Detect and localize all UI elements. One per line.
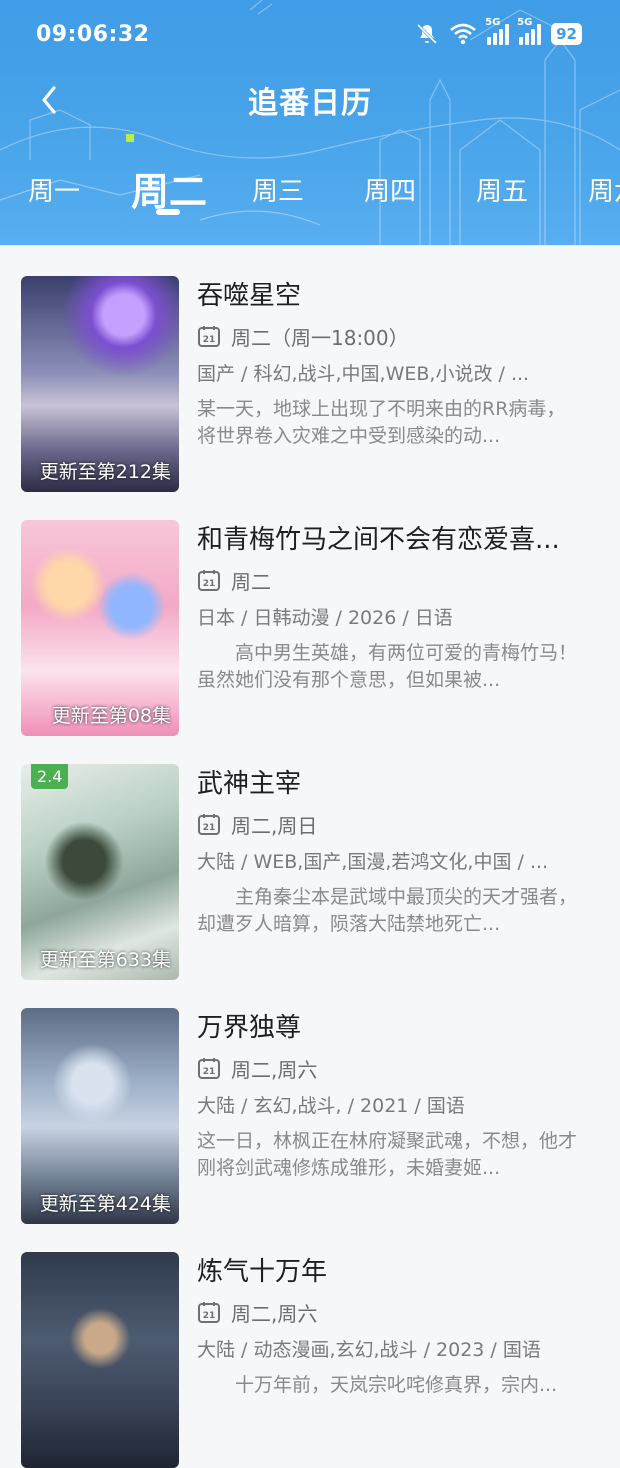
poster-image: 更新至第424集: [21, 1008, 179, 1224]
calendar-icon: 21: [198, 1302, 220, 1323]
tags-text: 日本 / 日韩动漫 / 2026 / 日语: [197, 607, 453, 629]
rating-badge: 2.4: [31, 764, 69, 789]
svg-text:21: 21: [203, 579, 216, 589]
svg-text:21: 21: [203, 1311, 216, 1321]
schedule-text: 周二: [231, 569, 271, 594]
tab-wednesday[interactable]: 周三: [252, 171, 304, 208]
schedule-row: 21 周二,周日: [197, 810, 582, 838]
anime-title: 炼气十万年: [197, 1257, 328, 1287]
svg-text:21: 21: [203, 335, 216, 345]
description-text: 某一天，地球上出现了不明来由的RR病毒，将世界卷入灾难之中受到感染的动...: [197, 398, 566, 447]
poster-image: [21, 1252, 179, 1468]
schedule-row: 21 周二,周六: [197, 1054, 582, 1082]
schedule-row: 21 周二,周六: [197, 1298, 582, 1326]
description-text: 十万年前，天岚宗叱咤修真界，宗内...: [197, 1374, 558, 1396]
tab-friday[interactable]: 周五: [476, 171, 528, 208]
list-item[interactable]: 更新至第08集 和青梅竹马之间不会有恋爱喜... 21 周二 日本 / 日韩动漫…: [0, 489, 620, 736]
description-text: 这一日，林枫正在林府凝聚武魂，不想，他才刚将剑武魂修炼成雏形，未婚妻姬...: [197, 1130, 578, 1179]
decorative-dot: [126, 134, 134, 142]
schedule-text: 周二（周一18:00）: [231, 325, 409, 350]
poster-image: 2.4 更新至第633集: [21, 764, 179, 980]
tab-monday[interactable]: 周一: [28, 171, 80, 208]
tags-text: 大陆 / 玄幻,战斗, / 2021 / 国语: [197, 1095, 465, 1117]
schedule-row: 21 周二: [197, 566, 582, 594]
episode-badge: 更新至第212集: [39, 461, 171, 483]
svg-text:21: 21: [203, 823, 216, 833]
tab-thursday[interactable]: 周四: [364, 171, 416, 208]
calendar-icon: 21: [198, 326, 220, 347]
list-item[interactable]: 炼气十万年 21 周二,周六 大陆 / 动态漫画,玄幻,战斗 / 2023 / …: [0, 1221, 620, 1468]
anime-title: 武神主宰: [197, 769, 302, 799]
mute-bell-icon: [417, 23, 438, 45]
weekday-tabs: 周一 周二 周三 周四 周五 周六: [0, 165, 620, 225]
anime-title: 万界独尊: [197, 1013, 302, 1043]
tab-tuesday[interactable]: 周二: [131, 161, 207, 216]
status-bar: 09:06:32 5G 5G 92: [0, 0, 620, 72]
calendar-icon: 21: [198, 570, 220, 591]
tags-text: 大陆 / WEB,国产,国漫,若鸿文化,中国 / ...: [197, 851, 549, 873]
anime-title: 和青梅竹马之间不会有恋爱喜...: [197, 525, 560, 555]
network-type-label-1: 5G: [485, 17, 501, 28]
network-type-label-2: 5G: [517, 17, 533, 28]
page-title: 追番日历: [248, 86, 372, 121]
tags-text: 国产 / 科幻,战斗,中国,WEB,小说改 / ...: [197, 363, 530, 385]
svg-text:21: 21: [203, 1067, 216, 1077]
schedule-row: 21 周二（周一18:00）: [197, 322, 582, 350]
battery-indicator: 92: [551, 23, 582, 45]
episode-badge: 更新至第633集: [39, 949, 171, 971]
signal-5g-icon-2: 5G: [517, 17, 542, 45]
anime-title: 吞噬星空: [197, 281, 302, 311]
description-text: 高中男生英雄，有两位可爱的青梅竹马！虽然她们没有那个意思，但如果被...: [197, 642, 578, 691]
schedule-text: 周二,周六: [231, 1057, 318, 1082]
list-item[interactable]: 更新至第424集 万界独尊 21 周二,周六 大陆 / 玄幻,战斗, / 202…: [0, 977, 620, 1224]
schedule-text: 周二,周日: [231, 813, 318, 838]
active-tab-indicator: [156, 209, 180, 215]
nav-bar: 追番日历: [0, 70, 620, 126]
list-item[interactable]: 更新至第212集 吞噬星空 21 周二（周一18:00） 国产 / 科幻,战斗,…: [0, 245, 620, 492]
description-text: 主角秦尘本是武域中最顶尖的天才强者，却遭歹人暗算，陨落大陆禁地死亡...: [197, 886, 578, 935]
episode-badge: 更新至第424集: [39, 1193, 171, 1215]
poster-image: 更新至第212集: [21, 276, 179, 492]
poster-image: 更新至第08集: [21, 520, 179, 736]
calendar-icon: 21: [198, 1058, 220, 1079]
list-item[interactable]: 2.4 更新至第633集 武神主宰 21 周二,周日 大陆 / WEB,国产,国…: [0, 733, 620, 980]
schedule-text: 周二,周六: [231, 1301, 318, 1326]
episode-badge: 更新至第08集: [51, 705, 171, 727]
tags-text: 大陆 / 动态漫画,玄幻,战斗 / 2023 / 国语: [197, 1339, 541, 1361]
tab-saturday[interactable]: 周六: [588, 171, 620, 208]
header: 09:06:32 5G 5G 92 追番日历 周一 周二 周三 周四 周五 周: [0, 0, 620, 245]
wifi-icon: [450, 23, 476, 45]
clock: 09:06:32: [36, 22, 150, 47]
signal-5g-icon-1: 5G: [485, 17, 510, 45]
calendar-icon: 21: [198, 814, 220, 835]
